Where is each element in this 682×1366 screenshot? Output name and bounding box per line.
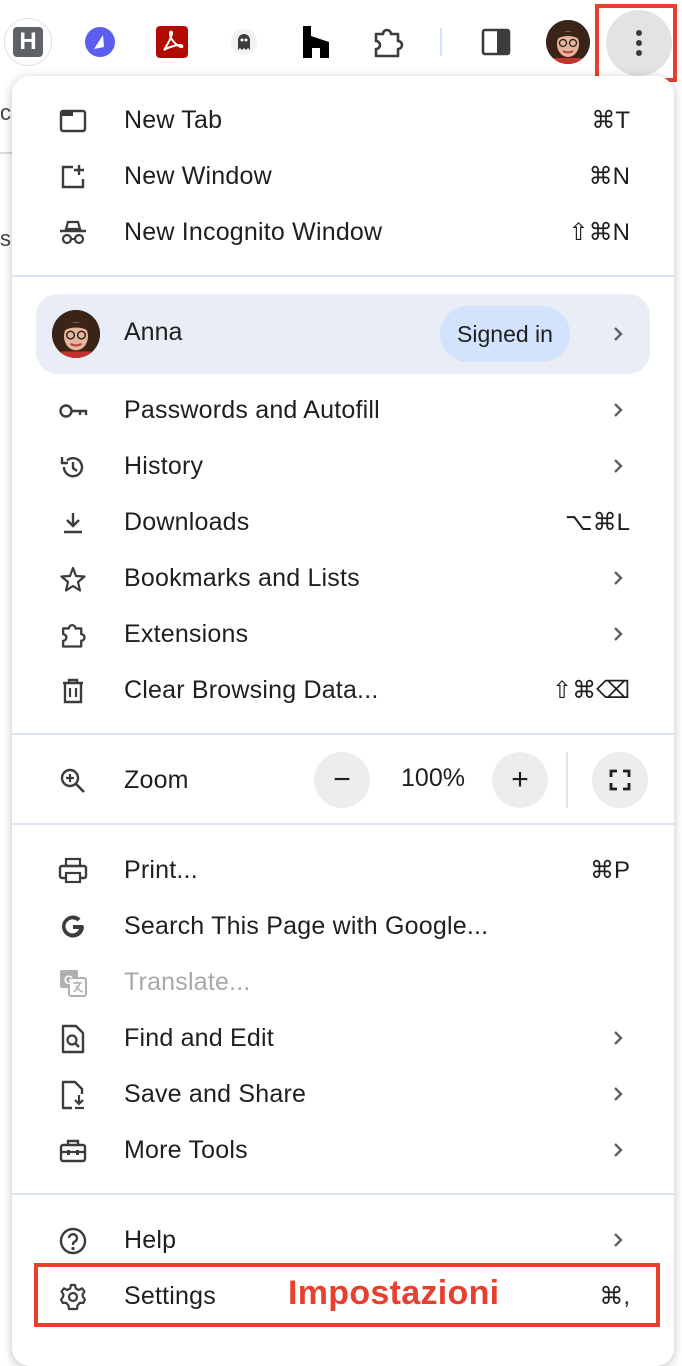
toolbox-icon [58,1136,88,1166]
chevron-right-icon [606,398,630,422]
menu-item-downloads[interactable]: Downloads ⌥⌘L [12,494,674,550]
menu-item-label: Save and Share [124,1079,307,1108]
key-icon [58,396,88,426]
shortcut: ⌥⌘L [564,508,630,536]
find-icon [58,1024,88,1054]
menu-item-label: Zoom [124,765,189,794]
menu-item-label: New Incognito Window [124,217,383,246]
signed-in-badge: Signed in [440,306,570,362]
profile-avatar[interactable] [546,20,590,64]
toolbar-divider [440,28,442,56]
chrome-main-menu: New Tab ⌘T New Window ⌘N New Incognito W… [12,76,674,1366]
menu-item-passwords-autofill[interactable]: Passwords and Autofill [12,382,674,438]
browser-toolbar: H [0,0,682,86]
menu-item-new-incognito-window[interactable]: New Incognito Window ⇧⌘N [12,204,674,260]
menu-item-save-share[interactable]: Save and Share [12,1066,674,1122]
new-tab-icon [58,106,88,136]
zoom-level: 100% [401,764,465,792]
zoom-divider [566,752,568,808]
menu-item-new-window[interactable]: New Window ⌘N [12,148,674,204]
background-text-fragment: c [0,100,11,125]
profile-row[interactable]: Anna Signed in [36,294,650,374]
menu-item-label: Help [124,1225,177,1254]
zoom-in-button[interactable]: + [492,752,548,808]
shortcut: ⌘P [589,856,630,884]
menu-item-label: Search This Page with Google... [124,911,489,940]
chevron-right-icon [606,1082,630,1106]
h-extension-letter: H [13,27,43,57]
menu-item-label: Bookmarks and Lists [124,563,360,592]
menu-item-label: Translate... [124,967,251,996]
chevron-right-icon [606,1138,630,1162]
save-share-icon [58,1080,88,1110]
help-icon [58,1226,88,1256]
shortcut: ⇧⌘N [568,218,630,246]
menu-item-label: Extensions [124,619,249,648]
menu-separator [12,275,674,277]
zoom-out-button[interactable]: − [314,752,370,808]
chevron-right-icon [606,322,630,346]
print-icon [58,856,88,886]
menu-item-label: Passwords and Autofill [124,395,380,424]
fullscreen-icon [609,769,631,791]
menu-item-label: Downloads [124,507,250,536]
ghostery-icon[interactable] [222,20,266,64]
puzzle-icon[interactable] [366,20,410,64]
annotation-label: Impostazioni [288,1274,500,1312]
menu-item-more-tools[interactable]: More Tools [12,1122,674,1178]
background-divider [0,152,12,154]
star-icon [58,564,88,594]
menu-item-history[interactable]: History [12,438,674,494]
download-icon [58,508,88,538]
shortcut: ⇧⌘⌫ [551,676,630,704]
menu-item-label: New Tab [124,105,223,134]
menu-item-label: Find and Edit [124,1023,274,1052]
menu-item-help[interactable]: Help [12,1212,674,1268]
google-icon [58,912,88,942]
chevron-right-icon [606,1228,630,1252]
background-text-fragment: s [0,226,11,251]
chevron-right-icon [606,1026,630,1050]
profile-name: Anna [124,318,183,346]
a-extension-icon[interactable] [78,20,122,64]
translate-icon: G [58,968,88,998]
menu-item-label: Print... [124,855,198,884]
h-extension-icon[interactable]: H [4,18,52,66]
menu-item-label: History [124,451,204,480]
zoom-icon [58,766,88,796]
menu-item-label: More Tools [124,1135,248,1164]
fullscreen-button[interactable] [592,752,648,808]
svg-text:G: G [64,973,73,987]
menu-item-translate[interactable]: G Translate... [12,954,674,1010]
menu-item-bookmarks-lists[interactable]: Bookmarks and Lists [12,550,674,606]
profile-avatar [52,310,100,358]
menu-item-print[interactable]: Print... ⌘P [12,842,674,898]
adobe-pdf-icon[interactable] [150,20,194,64]
puzzle-icon [58,620,88,650]
side-panel-icon[interactable] [474,20,518,64]
history-icon [58,452,88,482]
houzz-icon[interactable] [294,20,338,64]
chevron-right-icon [606,566,630,590]
menu-separator [12,823,674,825]
chevron-right-icon [606,454,630,478]
highlight-frame-menu [595,4,677,82]
menu-item-clear-browsing-data[interactable]: Clear Browsing Data... ⇧⌘⌫ [12,662,674,718]
shortcut: ⌘T [591,106,630,134]
trash-icon [58,676,88,706]
menu-item-search-with-google[interactable]: Search This Page with Google... [12,898,674,954]
menu-item-label: Clear Browsing Data... [124,675,379,704]
menu-item-extensions[interactable]: Extensions [12,606,674,662]
new-window-icon [58,162,88,192]
menu-item-find-edit[interactable]: Find and Edit [12,1010,674,1066]
menu-separator [12,733,674,735]
menu-item-new-tab[interactable]: New Tab ⌘T [12,92,674,148]
menu-item-label: New Window [124,161,272,190]
shortcut: ⌘N [588,162,630,190]
menu-separator [12,1193,674,1195]
incognito-icon [58,218,88,248]
chevron-right-icon [606,622,630,646]
